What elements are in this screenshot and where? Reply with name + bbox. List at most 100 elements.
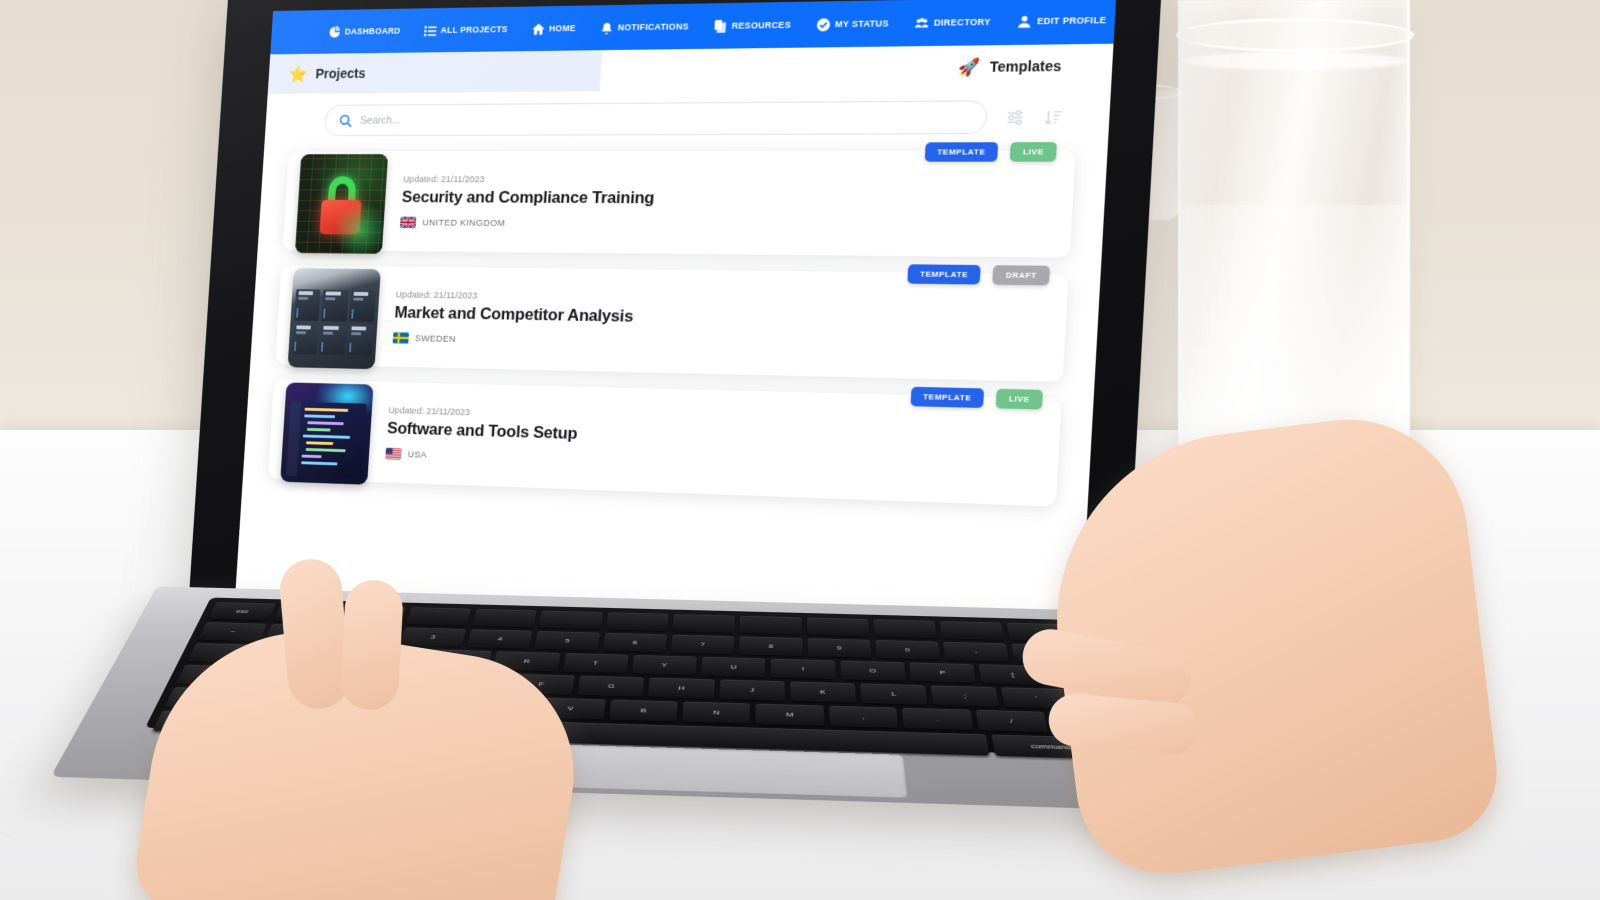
document-icon	[714, 19, 728, 33]
key[interactable]: J	[719, 679, 785, 701]
red-padlock-on-keyboard-image	[294, 154, 389, 254]
star-icon: ⭐	[287, 64, 309, 83]
rocket-icon: 🚀	[957, 57, 982, 77]
nav-item-dashboard[interactable]: DASHBOARD	[328, 25, 401, 38]
key[interactable]	[672, 614, 735, 633]
key[interactable]	[739, 615, 802, 635]
project-title: Market and Competitor Analysis	[394, 303, 634, 326]
key[interactable]: -	[942, 641, 1010, 662]
key[interactable]	[806, 617, 870, 637]
key[interactable]: N	[681, 701, 751, 724]
project-card-body: Updated: 21/11/2023 Market and Competito…	[376, 289, 648, 348]
key[interactable]: ~	[197, 622, 268, 642]
key[interactable]: ,	[828, 705, 899, 728]
tab-projects-label: Projects	[315, 65, 366, 82]
nav-item-my-status[interactable]: MY STATUS	[816, 17, 890, 31]
key[interactable]	[472, 608, 538, 628]
project-country-label: SWEDEN	[414, 332, 457, 345]
project-updated-date: Updated: 21/11/2023	[395, 289, 478, 302]
key[interactable]: H	[648, 677, 715, 699]
nav-label: DASHBOARD	[344, 25, 401, 37]
project-location: SWEDEN	[392, 332, 632, 348]
search-row: Search...	[264, 87, 1111, 146]
key[interactable]: U	[701, 656, 766, 678]
people-icon	[915, 16, 929, 29]
project-location: UNITED KINGDOM	[400, 217, 653, 230]
sliders-filter-icon[interactable]	[1005, 108, 1025, 127]
tab-templates-label: Templates	[989, 57, 1062, 75]
status-badge-template[interactable]: TEMPLATE	[924, 142, 999, 162]
badge-group: TEMPLATE LIVE	[924, 142, 1058, 162]
key[interactable]: 6	[602, 632, 668, 653]
key[interactable]	[538, 610, 603, 630]
key[interactable]: O	[839, 660, 907, 682]
key[interactable]: T	[562, 653, 629, 674]
badge-group: TEMPLATE DRAFT	[907, 264, 1051, 286]
tab-projects[interactable]: ⭐ Projects	[267, 50, 603, 94]
status-badge-live[interactable]: LIVE	[1009, 142, 1058, 162]
key[interactable]: Y	[631, 654, 697, 676]
key[interactable]: K	[789, 681, 857, 703]
key[interactable]: ;	[930, 685, 1000, 707]
project-card-body: Updated: 21/11/2023 Security and Complia…	[383, 174, 669, 230]
key[interactable]: 0	[874, 639, 941, 660]
key[interactable]: P	[909, 662, 977, 684]
badge-group: TEMPLATE LIVE	[910, 386, 1044, 410]
key[interactable]: M	[755, 703, 825, 726]
nav-label: NOTIFICATIONS	[617, 21, 690, 33]
project-card-body: Updated: 21/11/2023 Software and Tools S…	[369, 405, 592, 466]
check-circle-icon	[816, 17, 831, 31]
key[interactable]	[605, 612, 669, 632]
code-editor-screen-image	[280, 382, 374, 485]
laptop: DASHBOARD ALL PROJECTS HOME NOTIFICATION…	[0, 0, 1600, 900]
status-badge-template[interactable]: TEMPLATE	[907, 264, 982, 285]
project-title: Security and Compliance Training	[401, 187, 655, 208]
key[interactable]: /	[975, 709, 1049, 733]
web-app: DASHBOARD ALL PROJECTS HOME NOTIFICATION…	[234, 0, 1117, 651]
sweden-flag-icon	[392, 332, 409, 344]
key[interactable]: 9	[807, 638, 872, 658]
nav-label: MY STATUS	[834, 18, 890, 30]
project-card-wrapper: TEMPLATE LIVE	[267, 379, 1062, 507]
key[interactable]: esc	[208, 602, 277, 621]
project-list: TEMPLATE LIVE Updated: 21/11/2023 Securi…	[243, 142, 1108, 508]
key[interactable]	[405, 607, 472, 626]
nav-item-notifications[interactable]: NOTIFICATIONS	[600, 20, 690, 35]
status-badge-live[interactable]: LIVE	[995, 388, 1044, 410]
status-badge-draft[interactable]: DRAFT	[992, 265, 1051, 286]
nav-item-all-projects[interactable]: ALL PROJECTS	[423, 23, 508, 37]
key[interactable]: .	[901, 707, 974, 731]
project-country-label: UNITED KINGDOM	[422, 217, 506, 229]
key[interactable]: 4	[466, 629, 533, 649]
person-icon	[1018, 15, 1032, 29]
project-title: Software and Tools Setup	[386, 418, 578, 443]
key[interactable]: G	[577, 675, 645, 697]
status-badge-template[interactable]: TEMPLATE	[910, 386, 985, 409]
nav-label: DIRECTORY	[933, 16, 992, 28]
search-icon	[339, 114, 353, 127]
key[interactable]: I	[770, 658, 836, 680]
nav-item-resources[interactable]: RESOURCES	[714, 18, 792, 33]
key[interactable]: L	[860, 683, 928, 705]
pie-chart-icon	[328, 25, 341, 38]
key[interactable]: 7	[670, 634, 735, 655]
project-card[interactable]: Updated: 21/11/2023 Security and Complia…	[282, 150, 1076, 258]
key[interactable]: 8	[739, 636, 803, 657]
key[interactable]: B	[608, 699, 678, 722]
key[interactable]	[872, 619, 938, 639]
sort-descending-icon[interactable]	[1043, 108, 1063, 127]
nav-item-directory[interactable]: DIRECTORY	[915, 15, 991, 29]
nav-item-home[interactable]: HOME	[531, 22, 577, 35]
project-location: USA	[385, 448, 576, 466]
search-input[interactable]: Search...	[323, 100, 989, 137]
home-icon	[531, 22, 545, 35]
key[interactable]	[939, 620, 1006, 641]
nav-item-edit-profile[interactable]: EDIT PROFILE	[1018, 13, 1107, 28]
nav-label: RESOURCES	[731, 19, 792, 31]
usa-flag-icon	[385, 448, 402, 460]
key[interactable]: 5	[534, 630, 600, 651]
key[interactable]: 3	[399, 627, 467, 647]
list-icon	[423, 24, 437, 37]
tab-templates[interactable]: 🚀 Templates	[957, 44, 1062, 88]
search-placeholder: Search...	[359, 114, 401, 127]
